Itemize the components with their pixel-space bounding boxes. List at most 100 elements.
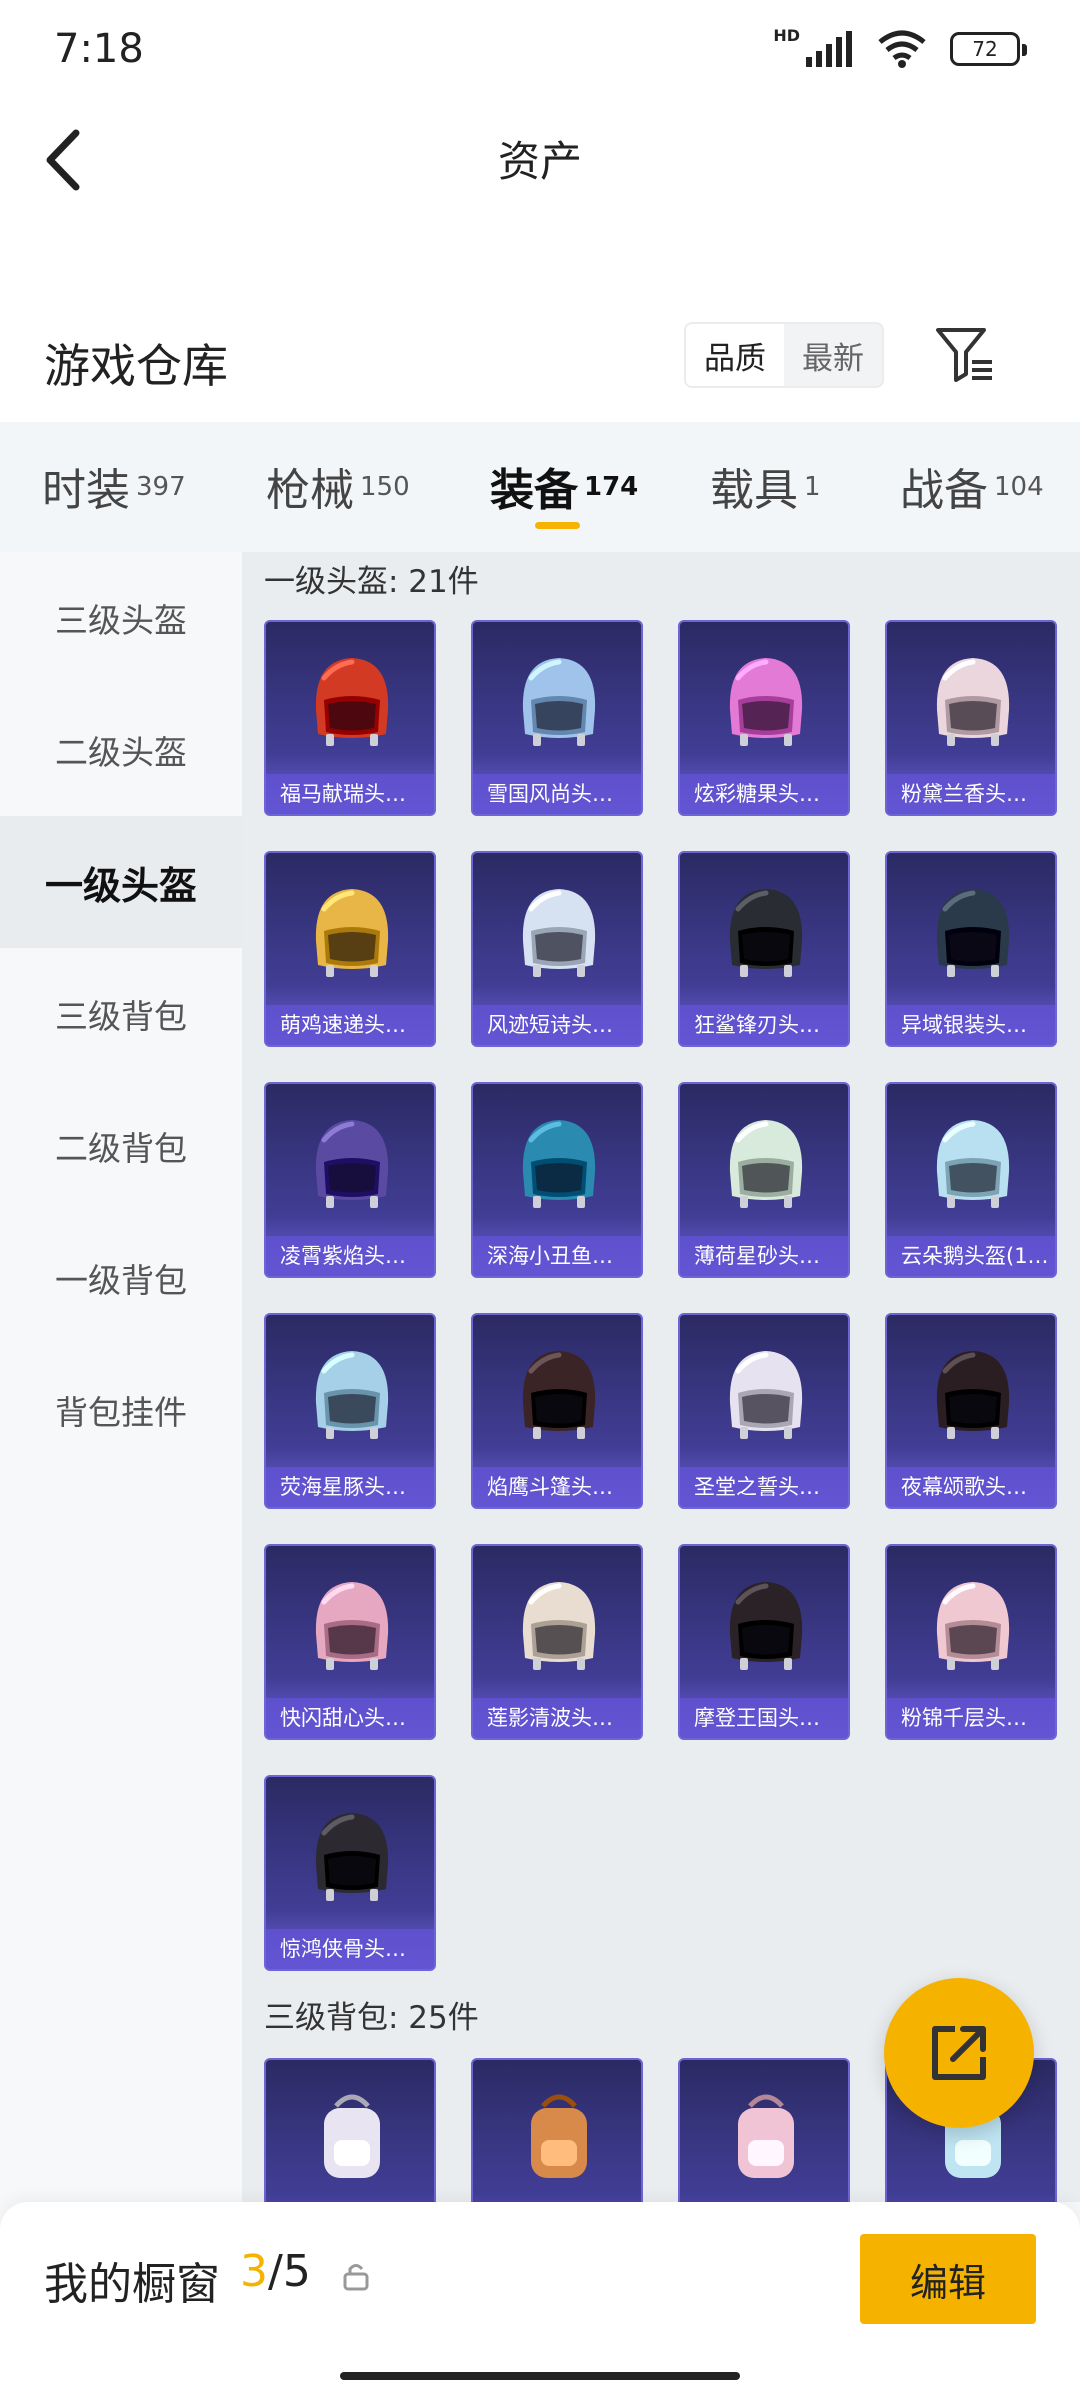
item-name: 炫彩糖果头… — [680, 774, 848, 814]
helmet-icon — [315, 1120, 389, 1208]
item-card[interactable]: 凌霄紫焰头… — [264, 1082, 436, 1278]
item-card[interactable]: 圣堂之誓头… — [678, 1313, 850, 1509]
home-indicator — [340, 2372, 740, 2380]
showcase-count: 3/5 — [240, 2246, 311, 2297]
battery-icon: 72 — [950, 32, 1027, 66]
showcase-label: 我的橱窗 — [44, 2259, 220, 2310]
sidebar-item-helmet-2[interactable]: 二级头盔 — [0, 684, 242, 816]
item-name: 雪国风尚头… — [473, 774, 641, 814]
item-card[interactable]: 惊鸿侠骨头… — [264, 1775, 436, 1971]
item-name: 莲影清波头… — [473, 1698, 641, 1738]
backpack-icon — [531, 2094, 587, 2178]
item-name: 深海小丑鱼… — [473, 1236, 641, 1276]
sidebar-item-helmet-3[interactable]: 三级头盔 — [0, 552, 242, 684]
helmet-icon — [936, 1582, 1010, 1670]
tab-vehicles[interactable]: 载具 1 — [710, 454, 821, 518]
tab-equipment[interactable]: 装备 174 — [490, 454, 638, 518]
helmet-icon — [522, 1582, 596, 1670]
sidebar-item-backpack-charm[interactable]: 背包挂件 — [0, 1344, 242, 1476]
item-card[interactable]: 粉黛兰香头… — [885, 620, 1057, 816]
battery-level: 72 — [972, 37, 998, 61]
item-name: 薄荷星砂头… — [680, 1236, 848, 1276]
item-card[interactable]: 摩登王国头… — [678, 1544, 850, 1740]
sidebar-item-backpack-3[interactable]: 三级背包 — [0, 948, 242, 1080]
helmet-icon — [936, 658, 1010, 746]
sort-newest-button[interactable]: 最新 — [784, 324, 882, 386]
item-name: 福马献瑞头… — [266, 774, 434, 814]
helmet-icon — [315, 658, 389, 746]
tab-weapons[interactable]: 枪械 150 — [266, 454, 410, 518]
item-card[interactable]: 狂鲨锋刃头… — [678, 851, 850, 1047]
item-card[interactable]: 焰鹰斗篷头… — [471, 1313, 643, 1509]
card-glow — [473, 2192, 641, 2202]
sidebar-item-backpack-1[interactable]: 一级背包 — [0, 1212, 242, 1344]
item-card[interactable]: 异域银装头… — [885, 851, 1057, 1047]
card-glow — [887, 2192, 1055, 2202]
status-time: 7:18 — [54, 26, 144, 72]
item-card[interactable]: 薄荷星砂头… — [678, 1082, 850, 1278]
backpack-icon — [738, 2094, 794, 2178]
share-icon — [932, 2026, 986, 2080]
item-card[interactable]: 炫彩糖果头… — [678, 620, 850, 816]
helmet-icon — [729, 658, 803, 746]
edit-button[interactable]: 编辑 — [860, 2234, 1036, 2324]
share-button[interactable] — [884, 1978, 1034, 2128]
tab-label: 装备 — [490, 465, 578, 516]
tab-label: 载具 — [710, 465, 798, 516]
helmet-icon — [936, 1120, 1010, 1208]
item-name: 焰鹰斗篷头… — [473, 1467, 641, 1507]
helmet-icon — [936, 1351, 1010, 1439]
showcase-current: 3 — [240, 2246, 268, 2297]
sort-quality-button[interactable]: 品质 — [686, 324, 784, 386]
item-name: 异域银装头… — [887, 1005, 1055, 1045]
item-name: 粉黛兰香头… — [887, 774, 1055, 814]
helmet-icon — [522, 658, 596, 746]
tab-fashion[interactable]: 时装 397 — [42, 454, 186, 518]
helmet-icon — [315, 1351, 389, 1439]
item-card[interactable]: 深海小丑鱼… — [471, 1082, 643, 1278]
item-name: 惊鸿侠骨头… — [266, 1929, 434, 1969]
item-card[interactable]: 粉锦千层头… — [885, 1544, 1057, 1740]
item-name: 快闪甜心头… — [266, 1698, 434, 1738]
helmet-icon — [936, 889, 1010, 977]
helmet-icon — [315, 1582, 389, 1670]
hd-label: HD — [773, 25, 800, 45]
item-card[interactable] — [471, 2058, 643, 2202]
item-name: 凌霄紫焰头… — [266, 1236, 434, 1276]
sort-toggle: 品质 最新 — [684, 322, 884, 388]
showcase-total: /5 — [268, 2246, 311, 2297]
item-card[interactable]: 萌鸡速递头… — [264, 851, 436, 1047]
helmet-icon — [729, 889, 803, 977]
category-tabs: 时装 397 枪械 150 装备 174 载具 1 战备 104 — [0, 422, 1080, 552]
item-card[interactable] — [678, 2058, 850, 2202]
item-card[interactable]: 荧海星豚头… — [264, 1313, 436, 1509]
item-card[interactable] — [264, 2058, 436, 2202]
tab-count: 174 — [584, 472, 639, 502]
item-card[interactable]: 莲影清波头… — [471, 1544, 643, 1740]
tab-count: 397 — [136, 472, 186, 502]
tab-count: 150 — [360, 472, 410, 502]
tab-gear[interactable]: 战备 104 — [900, 454, 1044, 518]
sidebar-item-backpack-2[interactable]: 二级背包 — [0, 1080, 242, 1212]
item-card[interactable]: 夜幕颂歌头… — [885, 1313, 1057, 1509]
item-card[interactable]: 风迹短诗头… — [471, 851, 643, 1047]
item-card[interactable]: 雪国风尚头… — [471, 620, 643, 816]
item-name: 圣堂之誓头… — [680, 1467, 848, 1507]
filter-icon[interactable] — [932, 322, 998, 388]
helmet-icon — [522, 889, 596, 977]
card-glow — [266, 2192, 434, 2202]
item-card[interactable]: 快闪甜心头… — [264, 1544, 436, 1740]
wifi-icon — [878, 30, 926, 68]
sidebar-item-helmet-1[interactable]: 一级头盔 — [0, 816, 242, 948]
item-content: 一级头盔: 21件 福马献瑞头… 雪国风尚头… 炫彩糖果头… 粉黛兰香头… 萌鸡速递头…… — [242, 552, 1080, 2202]
item-card[interactable]: 云朵鹅头盔(1… — [885, 1082, 1057, 1278]
tab-label: 枪械 — [266, 465, 354, 516]
warehouse-title: 游戏仓库 — [44, 339, 228, 393]
tab-count: 1 — [804, 472, 821, 502]
helmet-icon — [729, 1582, 803, 1670]
item-card[interactable]: 福马献瑞头… — [264, 620, 436, 816]
helmet-icon — [315, 889, 389, 977]
backpack-icon — [324, 2094, 380, 2178]
helmet-icon — [315, 1813, 389, 1901]
helmet-icon — [729, 1120, 803, 1208]
